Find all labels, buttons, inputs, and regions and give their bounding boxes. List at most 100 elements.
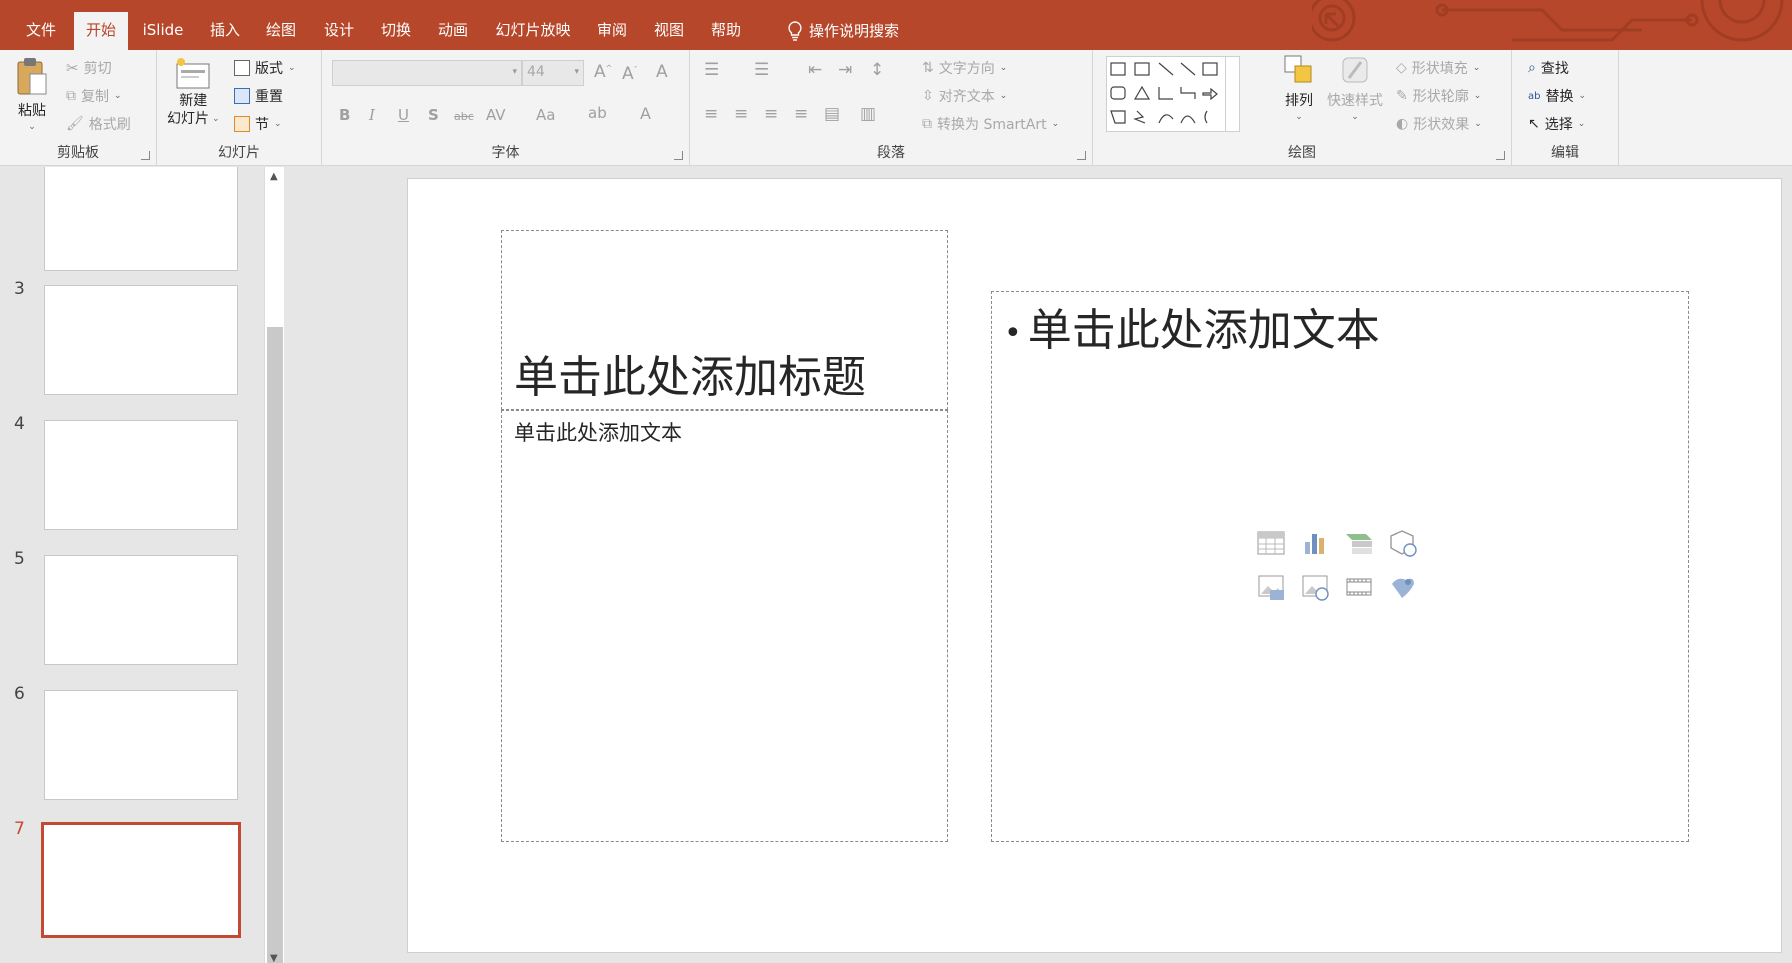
chart-icon[interactable] <box>1300 528 1330 558</box>
cut-button[interactable]: ✂ 剪切 <box>66 58 112 78</box>
align-left-icon[interactable]: ≡ <box>704 104 718 124</box>
format-painter-button[interactable]: 🖌 格式刷 <box>66 114 131 134</box>
shape-fill-button[interactable]: ◇ 形状填充 ⌄ <box>1396 58 1480 78</box>
distributed-icon[interactable]: ▤ <box>824 104 840 124</box>
font-color-icon[interactable]: A <box>640 104 651 123</box>
new-slide-button[interactable]: 新建 幻灯片 ⌄ <box>167 56 220 128</box>
tab-help[interactable]: 帮助 <box>699 0 753 50</box>
increase-font-icon[interactable]: A^ <box>594 62 612 82</box>
copy-button[interactable]: ⧉ 复制 ⌄ <box>66 86 122 106</box>
text-direction-icon: ⇅ <box>922 60 934 76</box>
3d-model-icon[interactable] <box>1388 528 1418 558</box>
picture-icon[interactable] <box>1256 572 1286 602</box>
section-button[interactable]: 节 ⌄ <box>234 114 282 134</box>
tab-slideshow[interactable]: 幻灯片放映 <box>490 0 576 50</box>
shapes-gallery[interactable] <box>1106 56 1240 132</box>
scroll-up-icon[interactable]: ▲ <box>270 171 278 182</box>
scrollbar-thumb[interactable] <box>267 327 283 963</box>
content-placeholder[interactable]: • 单击此处添加文本 <box>991 291 1689 842</box>
new-slide-icon <box>176 58 210 89</box>
shape-effects-button[interactable]: ◐ 形状效果 ⌄ <box>1396 114 1482 134</box>
quick-styles-button[interactable]: 快速样式 ⌄ <box>1327 54 1383 122</box>
line-spacing-icon[interactable]: ↕ <box>870 60 884 80</box>
tab-islide[interactable]: iSlide <box>134 0 192 50</box>
align-right-icon[interactable]: ≡ <box>764 104 778 124</box>
title-placeholder[interactable]: 单击此处添加标题 <box>501 230 948 410</box>
tab-view[interactable]: 视图 <box>642 0 696 50</box>
tab-insert[interactable]: 插入 <box>198 0 252 50</box>
slide-thumbnail[interactable] <box>44 420 238 530</box>
columns-icon[interactable]: ▥ <box>860 104 876 124</box>
slide-canvas[interactable]: 单击此处添加标题 单击此处添加文本 • 单击此处添加文本 <box>407 178 1782 953</box>
layout-button[interactable]: 版式 ⌄ <box>234 58 296 78</box>
shapes-gallery-scroll[interactable] <box>1225 57 1239 131</box>
slide-thumbnail-selected[interactable] <box>41 822 241 938</box>
smartart-icon[interactable] <box>1344 528 1374 558</box>
paragraph-dialog-launcher[interactable] <box>1077 151 1086 160</box>
align-text-button[interactable]: ⇳ 对齐文本 ⌄ <box>922 86 1007 106</box>
tab-transitions[interactable]: 切换 <box>369 0 423 50</box>
tab-file[interactable]: 文件 <box>14 0 68 50</box>
paste-button[interactable]: 粘贴 ⌄ <box>14 56 50 132</box>
tab-design[interactable]: 设计 <box>312 0 366 50</box>
ribbon: 粘贴 ⌄ ✂ 剪切 ⧉ 复制 ⌄ 🖌 格式刷 剪贴板 新建 幻灯片⌄ 版式 ⌄ <box>0 50 1792 166</box>
tab-review[interactable]: 审阅 <box>585 0 639 50</box>
character-spacing-icon[interactable]: AV <box>486 106 506 124</box>
clear-formatting-icon[interactable]: A <box>656 62 668 82</box>
scroll-down-icon[interactable]: ▼ <box>270 953 278 963</box>
bullets-icon[interactable]: ☰ <box>704 60 719 80</box>
arrange-label: 排列 <box>1285 93 1313 109</box>
text-direction-button[interactable]: ⇅ 文字方向 ⌄ <box>922 58 1007 78</box>
numbering-icon[interactable]: ☰ <box>754 60 769 80</box>
icons-icon[interactable] <box>1388 572 1418 602</box>
tab-home[interactable]: 开始 <box>74 12 128 50</box>
tab-draw[interactable]: 绘图 <box>254 0 308 50</box>
ribbon-tab-bar: 文件 开始 iSlide 插入 绘图 设计 切换 动画 幻灯片放映 审阅 视图 … <box>0 0 1792 50</box>
clipboard-group: 粘贴 ⌄ ✂ 剪切 ⧉ 复制 ⌄ 🖌 格式刷 剪贴板 <box>0 50 157 166</box>
table-icon[interactable] <box>1256 528 1286 558</box>
font-name-combo[interactable]: ▾ <box>332 60 522 86</box>
select-button[interactable]: ↖ 选择 ⌄ <box>1528 114 1585 134</box>
tell-me-search[interactable]: 操作说明搜索 <box>768 0 918 50</box>
strikethrough-icon[interactable]: abc <box>454 110 474 123</box>
arrange-button[interactable]: 排列 ⌄ <box>1283 54 1315 122</box>
slide-thumbnail[interactable] <box>44 285 238 395</box>
editing-group: ⌕ 查找 ab 替换 ⌄ ↖ 选择 ⌄ 编辑 <box>1512 50 1619 166</box>
video-icon[interactable] <box>1344 572 1374 602</box>
bold-icon[interactable]: B <box>339 106 350 124</box>
thumbnail-scrollbar[interactable]: ▲ ▼ <box>264 167 284 963</box>
convert-smartart-dropdown-icon: ⌄ <box>1051 119 1060 129</box>
text-placeholder[interactable]: 单击此处添加文本 <box>501 410 948 842</box>
highlight-icon[interactable]: ab <box>588 104 607 122</box>
slide-thumbnail[interactable] <box>44 167 238 271</box>
align-center-icon[interactable]: ≡ <box>734 104 748 124</box>
text-direction-label: 文字方向 <box>938 61 995 77</box>
italic-icon[interactable]: I <box>369 106 375 124</box>
convert-smartart-button[interactable]: ⧉ 转换为 SmartArt ⌄ <box>922 114 1059 134</box>
smartart-convert-icon: ⧉ <box>922 116 932 132</box>
slide-thumbnail[interactable] <box>44 555 238 665</box>
increase-indent-icon[interactable]: ⇥ <box>838 60 852 80</box>
font-size-combo[interactable]: 44 ▾ <box>522 60 584 86</box>
slide-thumbnail[interactable] <box>44 690 238 800</box>
replace-button[interactable]: ab 替换 ⌄ <box>1528 86 1586 106</box>
copy-dropdown-icon: ⌄ <box>114 91 122 101</box>
justify-icon[interactable]: ≡ <box>794 104 808 124</box>
font-size-dropdown-icon: ▾ <box>574 67 579 77</box>
clipboard-dialog-launcher[interactable] <box>141 151 150 160</box>
reset-button[interactable]: 重置 <box>234 86 283 106</box>
decrease-font-icon[interactable]: Aˇ <box>622 64 638 84</box>
shape-outline-button[interactable]: ✎ 形状轮廓 ⌄ <box>1396 86 1481 106</box>
drawing-dialog-launcher[interactable] <box>1496 151 1505 160</box>
paste-dropdown-icon: ⌄ <box>28 122 36 132</box>
new-slide-label-2: 幻灯片 <box>167 111 209 127</box>
shape-outline-label: 形状轮廓 <box>1412 89 1469 105</box>
find-button[interactable]: ⌕ 查找 <box>1528 58 1569 78</box>
tab-animations[interactable]: 动画 <box>426 0 480 50</box>
shadow-icon[interactable]: S <box>428 106 439 124</box>
underline-icon[interactable]: U <box>398 106 409 124</box>
font-dialog-launcher[interactable] <box>674 151 683 160</box>
online-picture-icon[interactable] <box>1300 572 1330 602</box>
change-case-icon[interactable]: Aa <box>536 106 555 124</box>
decrease-indent-icon[interactable]: ⇤ <box>808 60 822 80</box>
